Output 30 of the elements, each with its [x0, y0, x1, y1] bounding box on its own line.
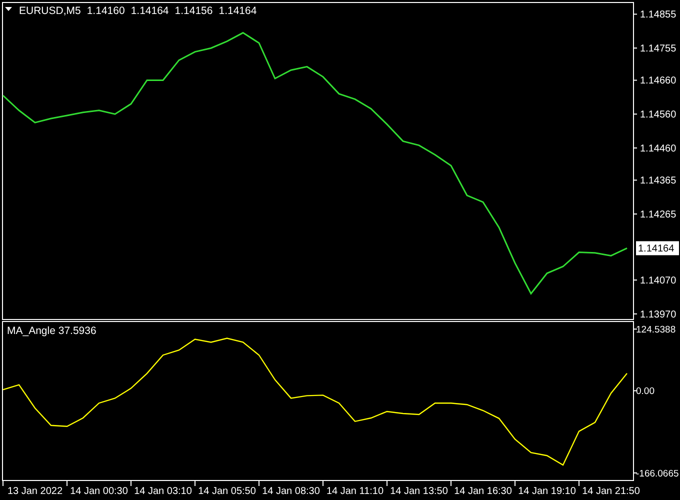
price-scale-label: 0.00 [636, 386, 654, 398]
price-scale-label: -166.0665 [636, 468, 679, 480]
price-scale-label: 1.14660 [640, 76, 676, 87]
quote-value: 1.14164 [218, 5, 257, 17]
indicator-label: MA_Angle 37.5936 [7, 325, 96, 337]
price-scale-label: 1.14560 [640, 110, 676, 121]
price-scale-label: 124.5388 [636, 324, 676, 336]
time-label: 14 Jan 13:50 [390, 486, 448, 497]
quote-value: 1.14164 [130, 5, 169, 17]
symbol-label: EURUSD,M5 [19, 5, 81, 17]
time-label: 14 Jan 11:10 [326, 486, 384, 497]
dropdown-icon[interactable] [5, 7, 12, 11]
time-label: 14 Jan 16:30 [454, 486, 512, 497]
price-scale-label: 1.14365 [640, 176, 676, 187]
price-scale-label: 1.14855 [640, 10, 676, 21]
price-scale-label: 1.14070 [640, 276, 676, 287]
current-price-label: 1.14164 [636, 241, 679, 256]
time-label: 14 Jan 00:30 [70, 486, 128, 497]
time-label: 14 Jan 05:50 [198, 486, 256, 497]
price-scale-label: 1.13970 [640, 309, 676, 320]
quote-value: 1.14160 [86, 5, 125, 17]
price-scale-label: 1.14460 [640, 143, 676, 154]
time-label: 13 Jan 2022 [7, 486, 63, 497]
time-label: 14 Jan 19:10 [518, 486, 576, 497]
price-scale-label: 1.14265 [640, 210, 676, 220]
price-scale-label: 1.14755 [640, 44, 676, 55]
time-label: 14 Jan 08:30 [262, 486, 320, 497]
quote-value: 1.14156 [174, 5, 213, 17]
time-label: 14 Jan 21:50 [582, 486, 640, 497]
time-label: 14 Jan 03:10 [134, 486, 192, 497]
